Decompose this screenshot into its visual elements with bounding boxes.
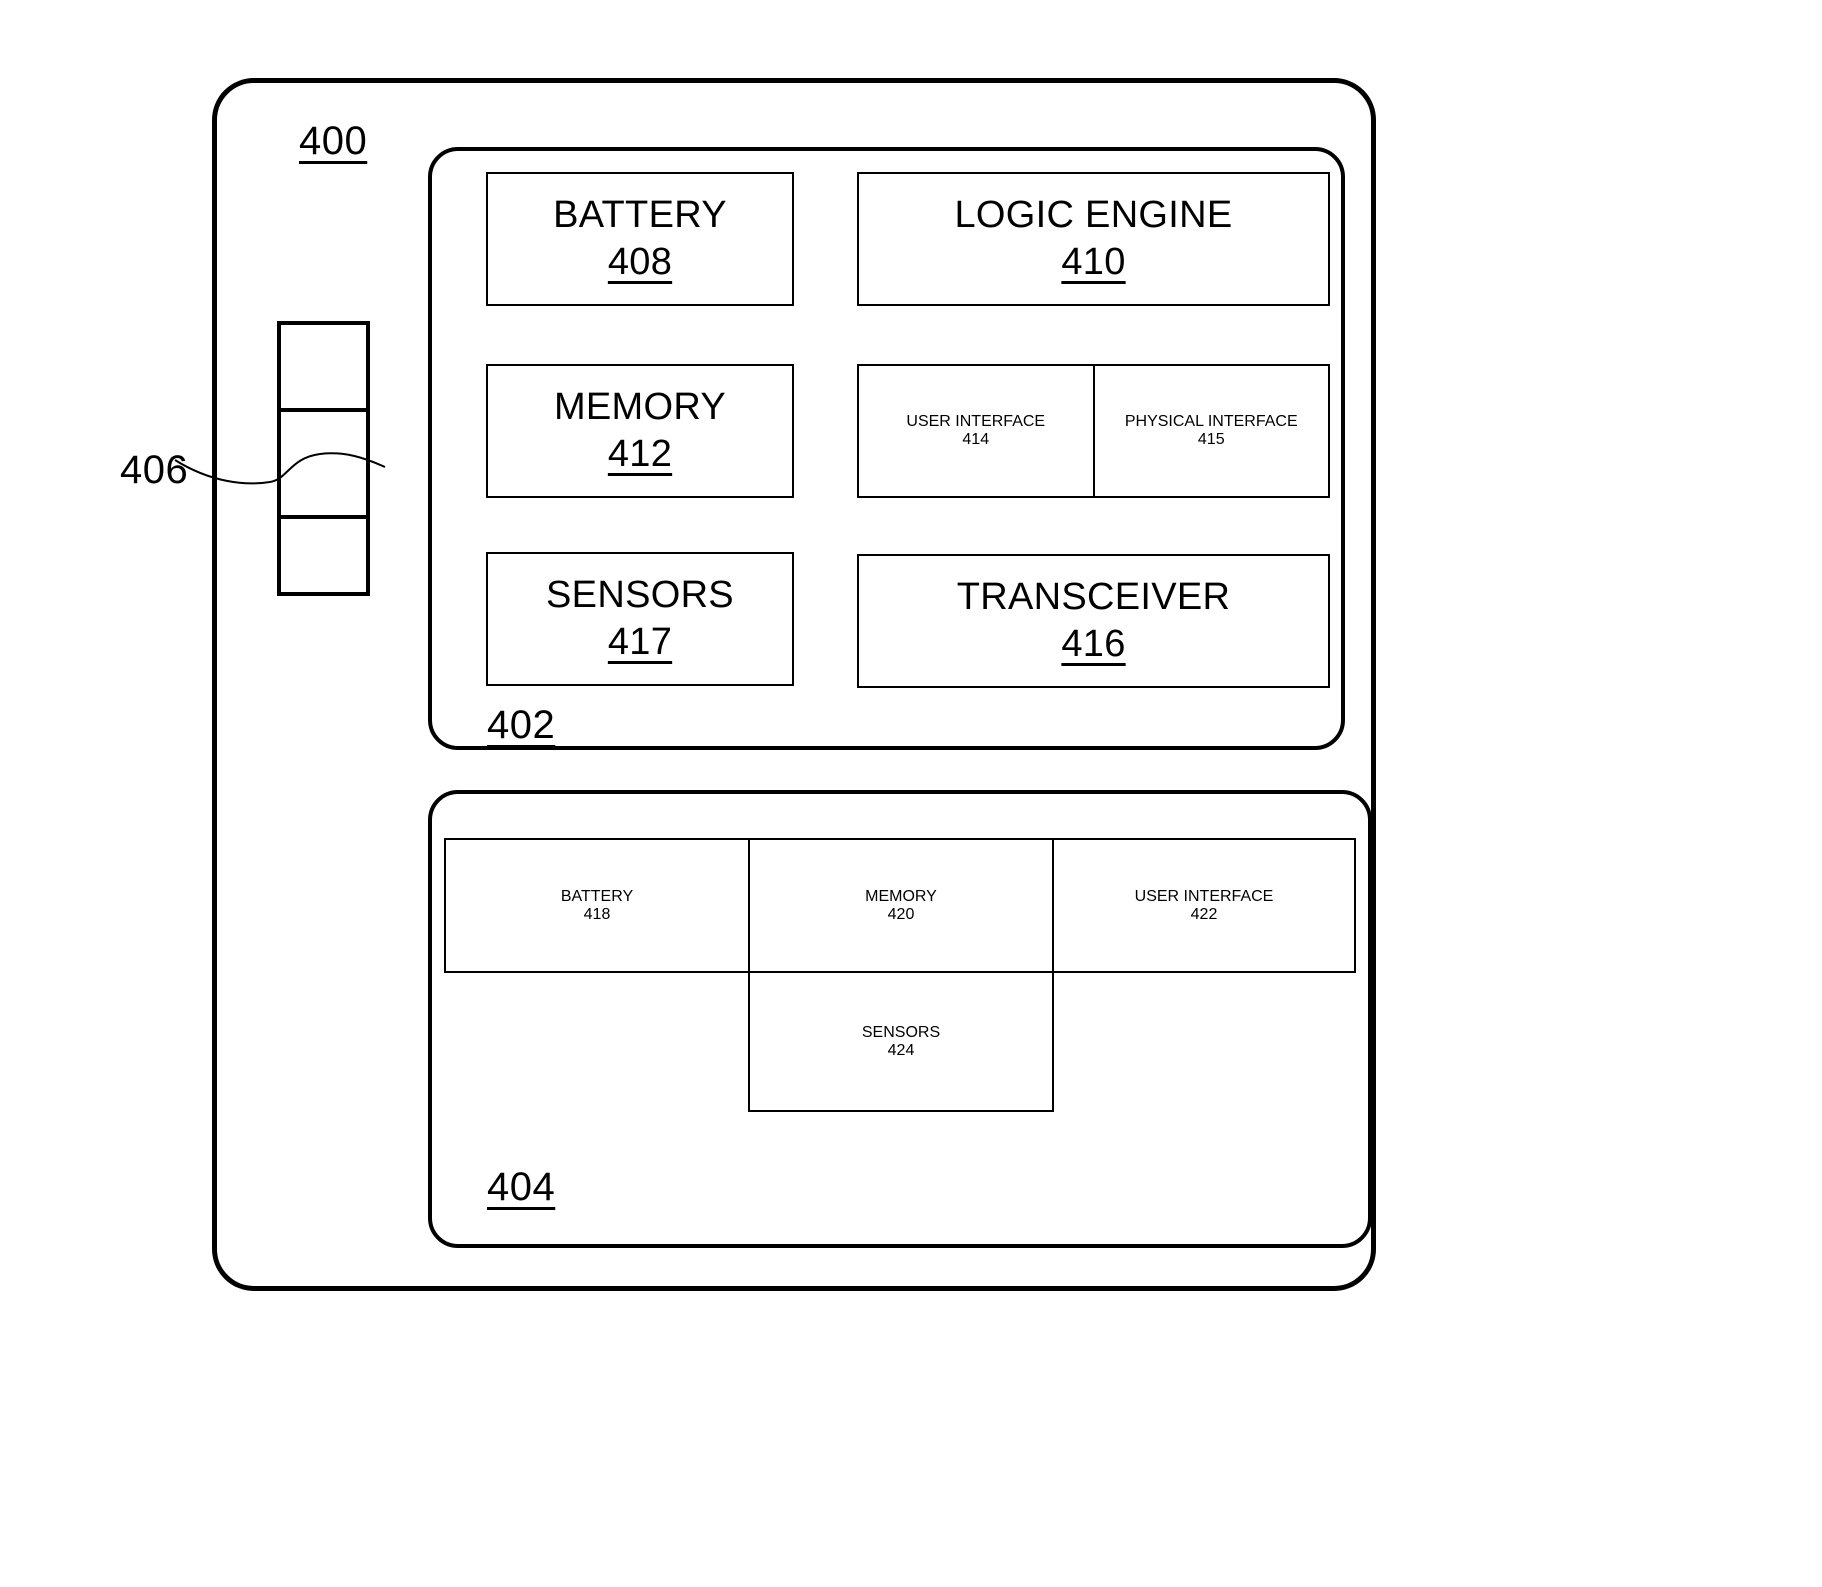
patent-figure-400: 400 406 402 BATTERY 408 LOGIC ENGINE 410… xyxy=(0,0,1822,1587)
component-title: PHYSICAL INTERFACE xyxy=(1124,413,1298,430)
reference-label-402: 402 xyxy=(487,703,556,747)
component-number: 420 xyxy=(887,905,915,923)
component-memory-420: MEMORY 420 xyxy=(748,838,1054,973)
component-title: TRANSCEIVER xyxy=(956,575,1231,618)
component-number: 418 xyxy=(583,905,611,923)
reference-label-404: 404 xyxy=(487,1165,556,1209)
component-user-interface-414: USER INTERFACE 414 xyxy=(859,366,1093,496)
component-title: USER INTERFACE xyxy=(906,413,1046,430)
connector-406 xyxy=(277,321,370,596)
component-title: SENSORS xyxy=(861,1023,941,1041)
reference-label-400: 400 xyxy=(299,119,368,163)
component-transceiver-416: TRANSCEIVER 416 xyxy=(857,554,1330,688)
component-title: BATTERY xyxy=(553,193,727,236)
component-number: 410 xyxy=(1061,240,1126,283)
component-title: MEMORY xyxy=(553,385,727,428)
component-memory-412: MEMORY 412 xyxy=(486,364,794,498)
component-logic-engine-410: LOGIC ENGINE 410 xyxy=(857,172,1330,306)
component-number: 408 xyxy=(607,240,673,283)
component-number: 422 xyxy=(1190,905,1218,923)
component-number: 415 xyxy=(1197,431,1225,448)
component-number: 416 xyxy=(1061,622,1126,665)
component-title: MEMORY xyxy=(865,887,937,905)
component-number: 417 xyxy=(607,620,673,663)
component-battery-408: BATTERY 408 xyxy=(486,172,794,306)
component-interface-split-414-415: USER INTERFACE 414 PHYSICAL INTERFACE 41… xyxy=(857,364,1330,498)
connector-divider-bottom xyxy=(281,515,366,519)
component-title: BATTERY xyxy=(560,887,634,905)
reference-label-406: 406 xyxy=(120,448,189,492)
component-sensors-417: SENSORS 417 xyxy=(486,552,794,686)
component-sensors-424: SENSORS 424 xyxy=(748,971,1054,1112)
component-user-interface-422: USER INTERFACE 422 xyxy=(1052,838,1356,973)
connector-divider-top xyxy=(281,408,366,412)
component-number: 414 xyxy=(962,431,990,448)
component-battery-418: BATTERY 418 xyxy=(444,838,750,973)
component-number: 412 xyxy=(607,432,673,475)
component-physical-interface-415: PHYSICAL INTERFACE 415 xyxy=(1092,366,1329,496)
component-title: LOGIC ENGINE xyxy=(954,193,1233,236)
component-title: USER INTERFACE xyxy=(1134,887,1274,905)
component-number: 424 xyxy=(887,1041,915,1059)
component-title: SENSORS xyxy=(546,573,734,616)
